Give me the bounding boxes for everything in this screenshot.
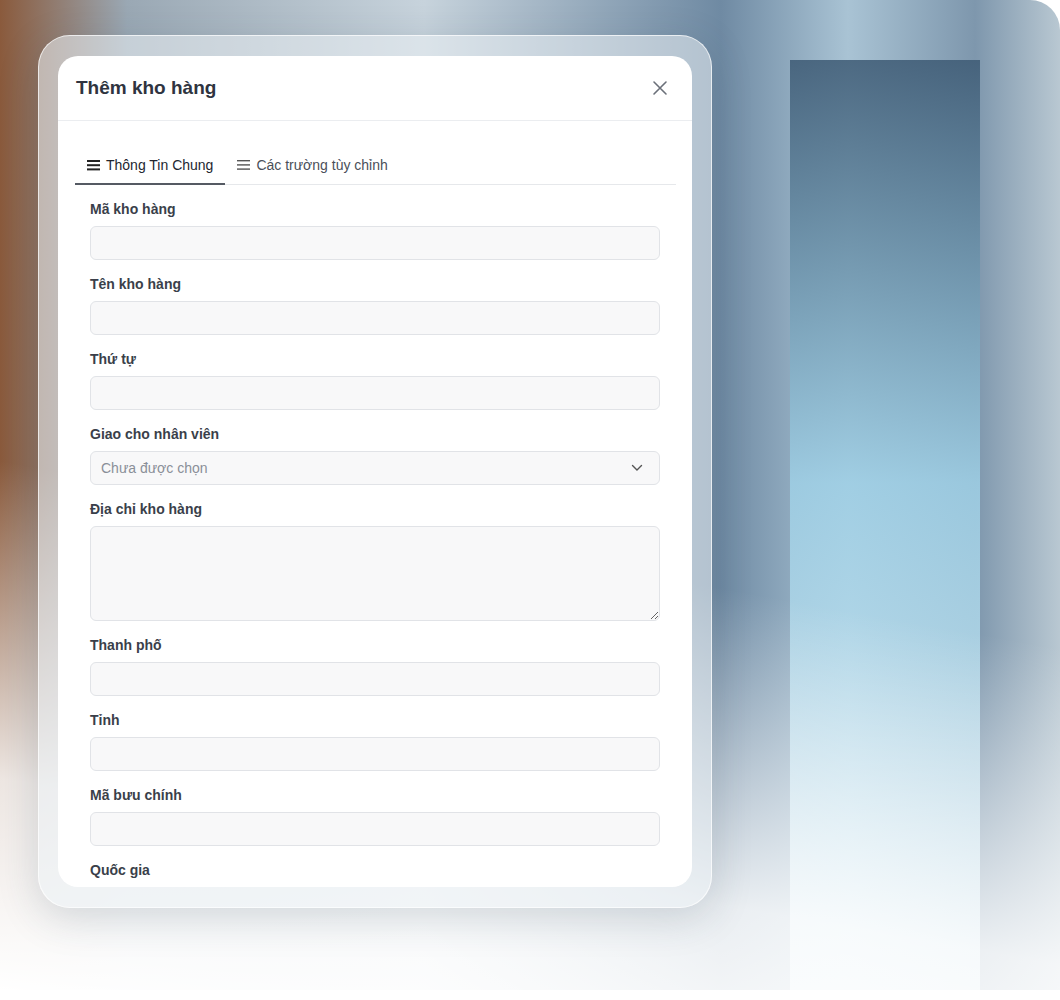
tab[interactable]: Thông Tin Chung	[75, 149, 225, 185]
add-warehouse-dialog: Thêm kho hàng Thông Tin Chung Các trường…	[58, 56, 692, 887]
field-label: Giao cho nhân viên	[90, 424, 660, 444]
form-field: Mã kho hàng	[90, 199, 660, 260]
staff-select[interactable]: Chưa được chọn	[90, 451, 660, 485]
address-textarea[interactable]	[90, 526, 660, 621]
text-input[interactable]	[90, 737, 660, 771]
page: Thêm kho hàng Thông Tin Chung Các trường…	[0, 0, 1060, 1000]
text-input[interactable]	[90, 376, 660, 410]
form-field: Thanh phố	[90, 635, 660, 696]
dialog-frame: Thêm kho hàng Thông Tin Chung Các trường…	[38, 35, 712, 908]
form-field: Mã bưu chính	[90, 785, 660, 846]
text-input[interactable]	[90, 301, 660, 335]
form-field: Quốc gia	[90, 860, 660, 887]
dialog-header: Thêm kho hàng	[58, 56, 692, 121]
field-label: Mã bưu chính	[90, 785, 660, 805]
form-field: Thứ tự	[90, 349, 660, 410]
text-input[interactable]	[90, 662, 660, 696]
field-label: Mã kho hàng	[90, 199, 660, 219]
dialog-title: Thêm kho hàng	[76, 77, 216, 99]
text-input[interactable]	[90, 812, 660, 846]
chevron-down-icon	[631, 464, 643, 472]
close-icon[interactable]	[652, 80, 668, 96]
form-field: Tên kho hàng	[90, 274, 660, 335]
form-field: Tỉnh	[90, 710, 660, 771]
tab-label: Thông Tin Chung	[106, 157, 213, 173]
form-field: Giao cho nhân viên Chưa được chọn	[90, 424, 660, 485]
tab-bar: Thông Tin Chung Các trường tùy chỉnh	[75, 149, 676, 185]
list-icon	[237, 159, 250, 171]
text-input[interactable]	[90, 226, 660, 260]
field-label: Quốc gia	[90, 860, 660, 880]
field-label: Thanh phố	[90, 635, 660, 655]
tab-label: Các trường tùy chỉnh	[256, 157, 387, 173]
field-label: Tỉnh	[90, 710, 660, 730]
tab[interactable]: Các trường tùy chỉnh	[225, 149, 399, 185]
form-field: Địa chỉ kho hàng	[90, 499, 660, 621]
list-icon	[87, 159, 100, 171]
select-placeholder: Chưa được chọn	[101, 460, 208, 476]
field-label: Thứ tự	[90, 349, 660, 369]
field-label: Địa chỉ kho hàng	[90, 499, 660, 519]
field-label: Tên kho hàng	[90, 274, 660, 294]
general-form: Mã kho hàng Tên kho hàng Thứ tự Giao cho…	[58, 185, 692, 887]
